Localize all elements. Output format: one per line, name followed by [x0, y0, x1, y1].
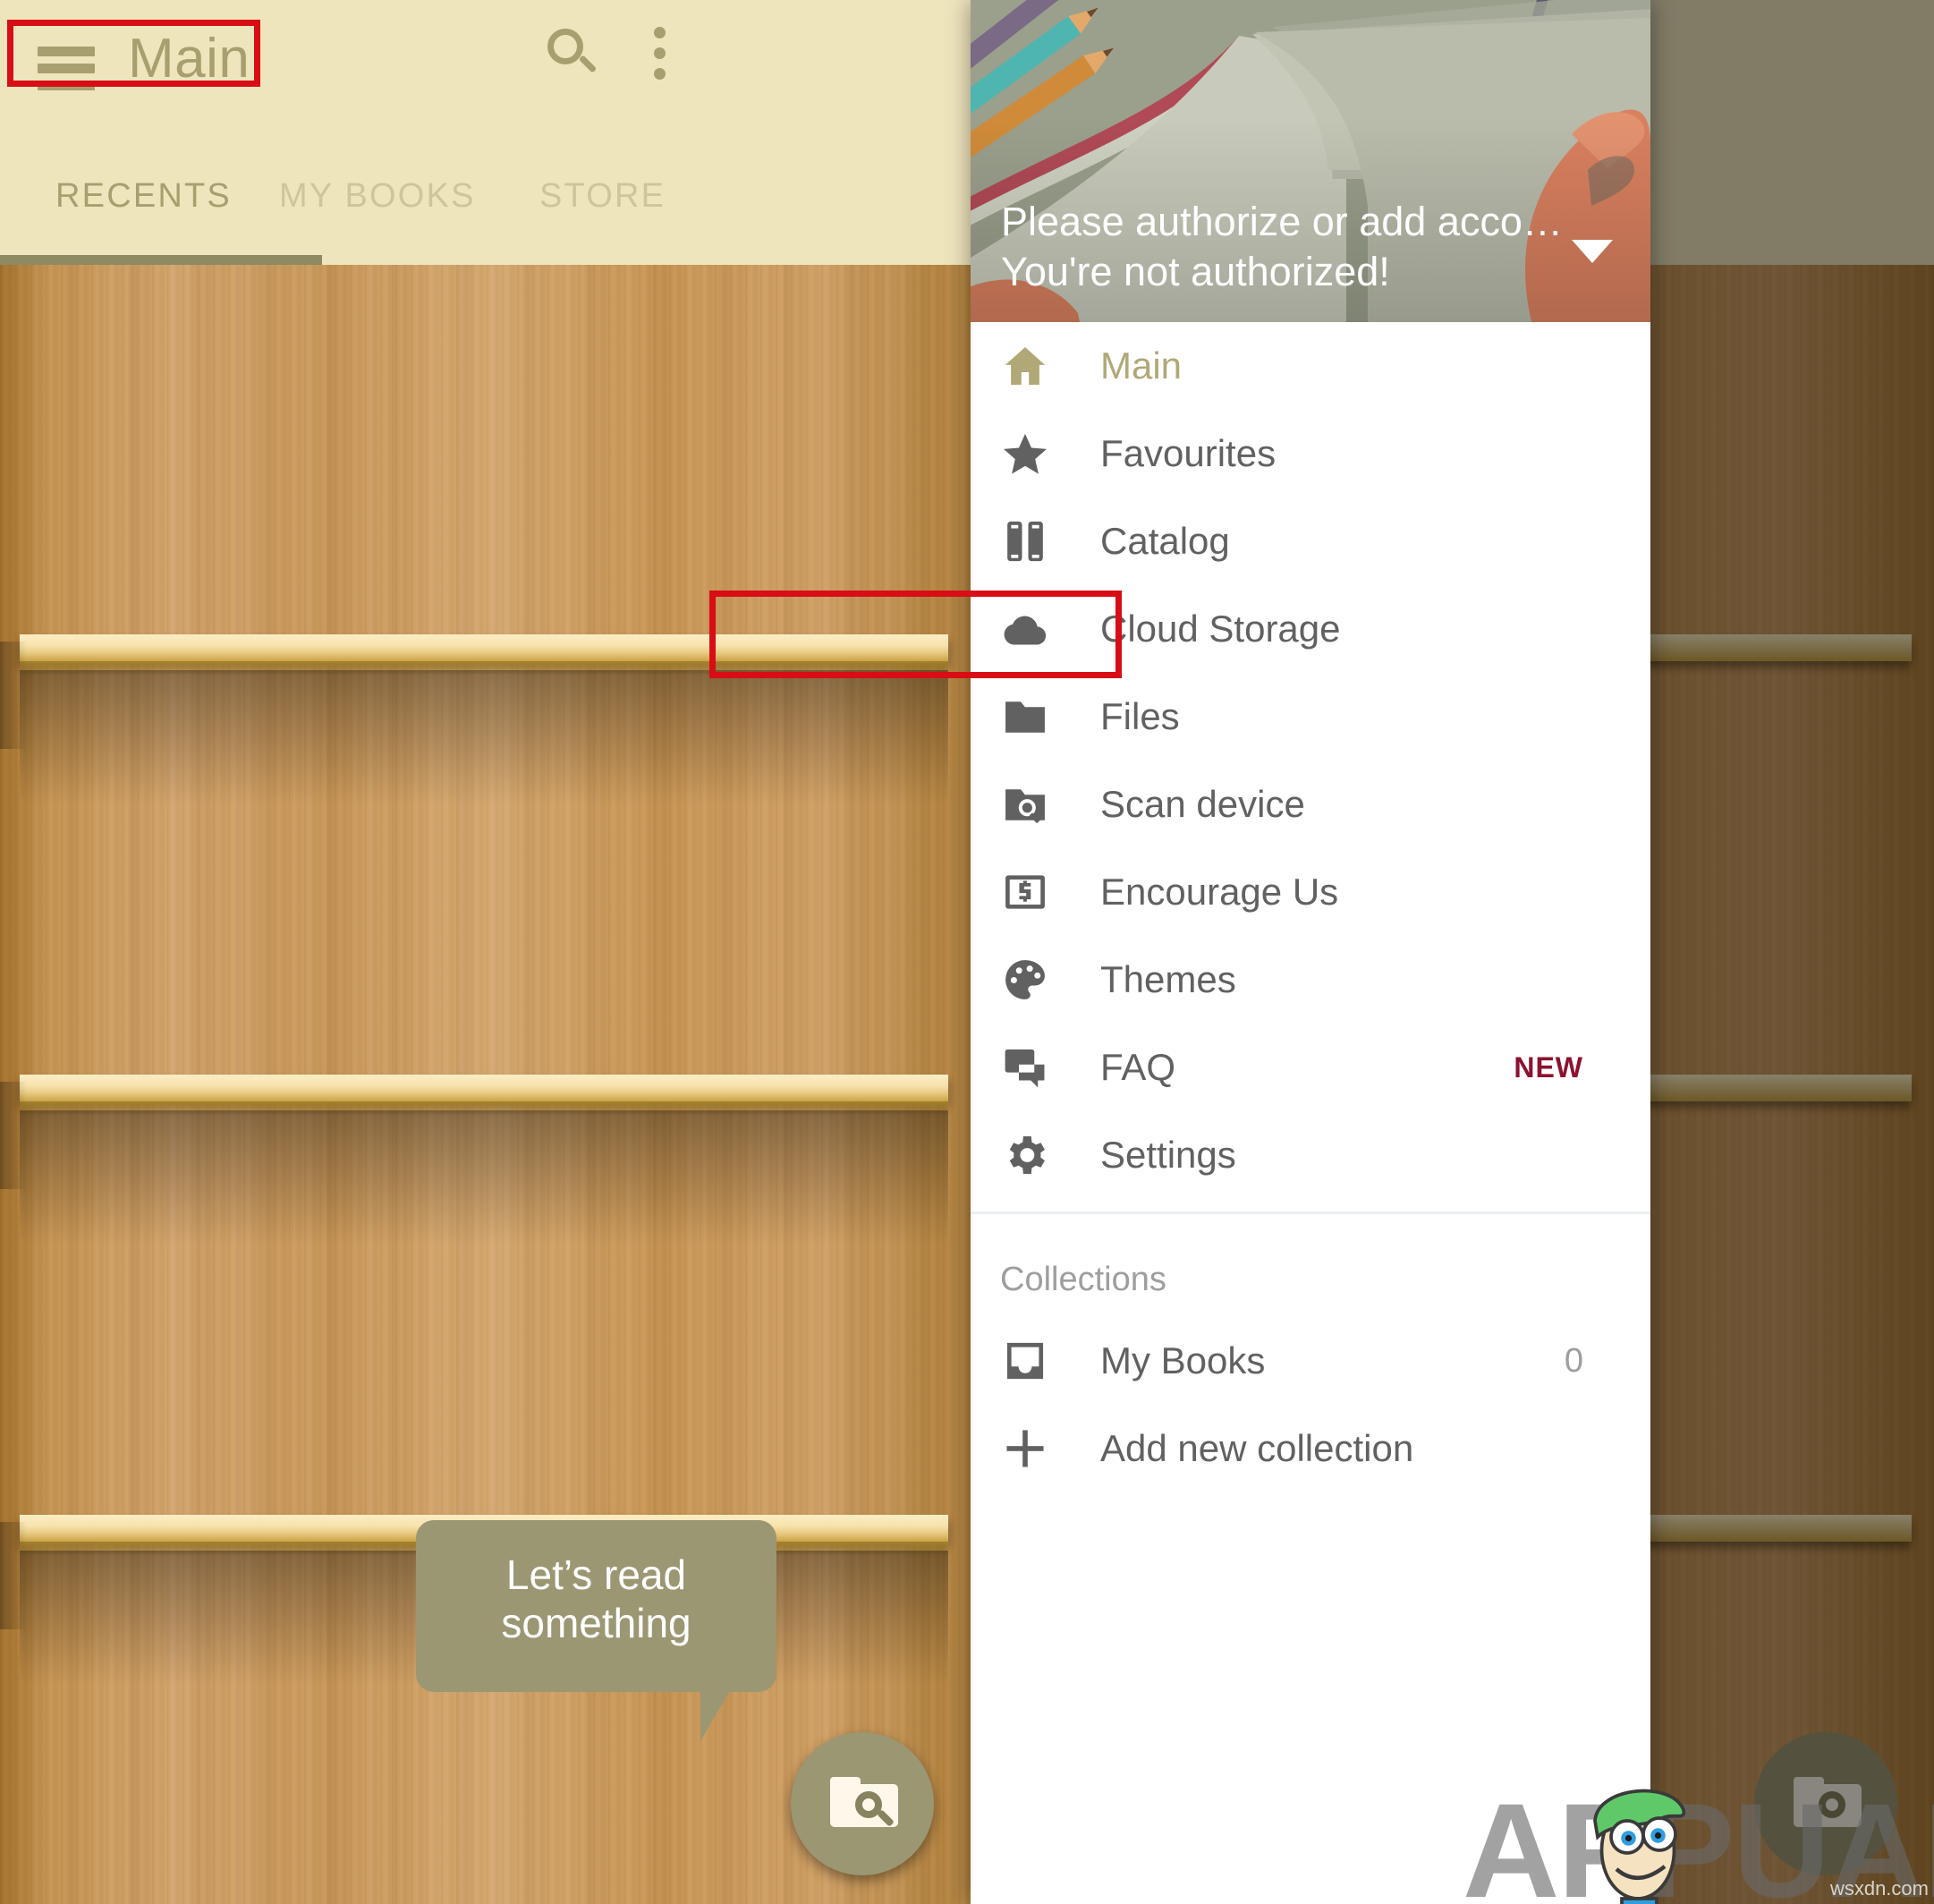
chat-icon	[1000, 1042, 1050, 1092]
kebab-menu-icon[interactable]	[646, 27, 673, 84]
shelf-shadow	[20, 1110, 948, 1245]
tooltip-tail	[700, 1689, 731, 1741]
tab-my-books[interactable]: MY BOOKS	[279, 177, 476, 216]
collections-section-title: Collections	[1000, 1261, 1166, 1298]
drawer-account-title: Please authorize or add acco…	[1001, 199, 1563, 244]
tooltip-line-1: Let’s read	[505, 1551, 687, 1598]
search-icon[interactable]	[546, 27, 601, 82]
tooltip-line-2: something	[501, 1600, 691, 1647]
drawer-collection-my-books[interactable]: My Books 0	[971, 1317, 1650, 1405]
drawer-item-label: Favourites	[1100, 432, 1277, 474]
drawer-item-cloud-storage[interactable]: Cloud Storage	[971, 585, 1650, 673]
drawer-item-label: Main	[1100, 344, 1183, 387]
hamburger-icon[interactable]	[38, 43, 95, 93]
drawer-account-subtitle: You're not authorized!	[1001, 249, 1390, 294]
dimmed-app-screen: STORE	[1650, 0, 1934, 1904]
drawer-item-label: Themes	[1100, 958, 1236, 1000]
scrim-overlay[interactable]	[1650, 0, 1934, 1904]
shelf-side-shadow	[0, 1522, 27, 1629]
plus-icon	[1000, 1424, 1050, 1474]
search-lens	[547, 29, 583, 64]
drawer-header[interactable]: Please authorize or add acco… You're not…	[971, 0, 1650, 322]
drawer-item-label: Scan device	[1100, 783, 1305, 825]
drawer-item-favourites[interactable]: Favourites	[971, 410, 1650, 497]
books-icon	[1000, 516, 1050, 566]
drawer-item-faq[interactable]: FAQ NEW	[971, 1024, 1650, 1111]
new-badge: NEW	[1514, 1050, 1583, 1084]
drawer-item-scan-device[interactable]: Scan device	[971, 761, 1650, 848]
drawer-item-catalog[interactable]: Catalog	[971, 497, 1650, 585]
app-bar: Main RECENTS MY BOOKS STORE	[0, 0, 971, 265]
kebab-dot	[653, 68, 666, 80]
scan-files-fab[interactable]	[791, 1732, 934, 1875]
tooltip-text: Let’s read something	[416, 1551, 776, 1648]
tab-store[interactable]: STORE	[539, 177, 666, 216]
drawer-menu: Main Favourites Catalog Cloud Storage Fi…	[971, 322, 1650, 1492]
navigation-drawer: Please authorize or add acco… You're not…	[971, 0, 1650, 1904]
collection-count: 0	[1564, 1341, 1583, 1380]
tab-indicator	[0, 255, 322, 265]
drawer-item-themes[interactable]: Themes	[971, 936, 1650, 1024]
kebab-dot	[653, 47, 666, 59]
app-screen: Let’s read something Main RECENTS MY BOO…	[0, 0, 971, 1904]
screenshot-root: Let’s read something Main RECENTS MY BOO…	[0, 0, 1934, 1904]
dollar-card-icon	[1000, 867, 1050, 917]
palette-icon	[1000, 955, 1050, 1005]
inbox-icon	[1000, 1336, 1050, 1386]
hamburger-line	[38, 47, 95, 56]
shelf-side-shadow	[0, 1082, 27, 1189]
cloud-icon	[1000, 604, 1050, 654]
shelf-shadow	[20, 670, 948, 804]
drawer-item-label: My Books	[1100, 1339, 1266, 1381]
drawer-item-label: Files	[1100, 695, 1180, 737]
app-bar-row: Main	[0, 0, 971, 143]
shelf-board	[20, 1075, 948, 1101]
empty-state-tooltip: Let’s read something	[416, 1520, 776, 1741]
star-icon	[1000, 429, 1050, 479]
drawer-item-settings[interactable]: Settings	[971, 1111, 1650, 1199]
kebab-dot	[653, 27, 666, 38]
page-title: Main	[128, 28, 250, 89]
shelf-row	[0, 1075, 948, 1245]
tab-bar: RECENTS MY BOOKS STORE	[0, 143, 971, 265]
drawer-item-label: Settings	[1100, 1134, 1236, 1176]
tab-recents[interactable]: RECENTS	[55, 177, 232, 216]
drawer-item-label: Add new collection	[1100, 1427, 1414, 1469]
drawer-item-label: Cloud Storage	[1100, 608, 1341, 650]
drawer-item-main[interactable]: Main	[971, 322, 1650, 410]
home-icon	[1000, 341, 1050, 391]
folder-search-icon	[830, 1777, 898, 1827]
drawer-item-encourage-us[interactable]: Encourage Us	[971, 848, 1650, 936]
shelf-row	[0, 634, 948, 804]
hamburger-line	[38, 64, 95, 73]
shelf-side-shadow	[0, 642, 27, 749]
drawer-item-label: Encourage Us	[1100, 871, 1339, 913]
shelf-board	[20, 634, 948, 661]
folder-search-icon	[1000, 779, 1050, 829]
drawer-item-files[interactable]: Files	[971, 673, 1650, 761]
hamburger-line	[38, 81, 95, 90]
drawer-add-new-collection[interactable]: Add new collection	[971, 1405, 1650, 1492]
gear-icon	[1000, 1130, 1050, 1180]
chevron-down-icon[interactable]	[1572, 240, 1613, 263]
drawer-item-label: Catalog	[1100, 520, 1230, 562]
drawer-item-label: FAQ	[1100, 1046, 1176, 1088]
folder-icon	[1000, 692, 1050, 742]
search-handle	[578, 55, 598, 73]
